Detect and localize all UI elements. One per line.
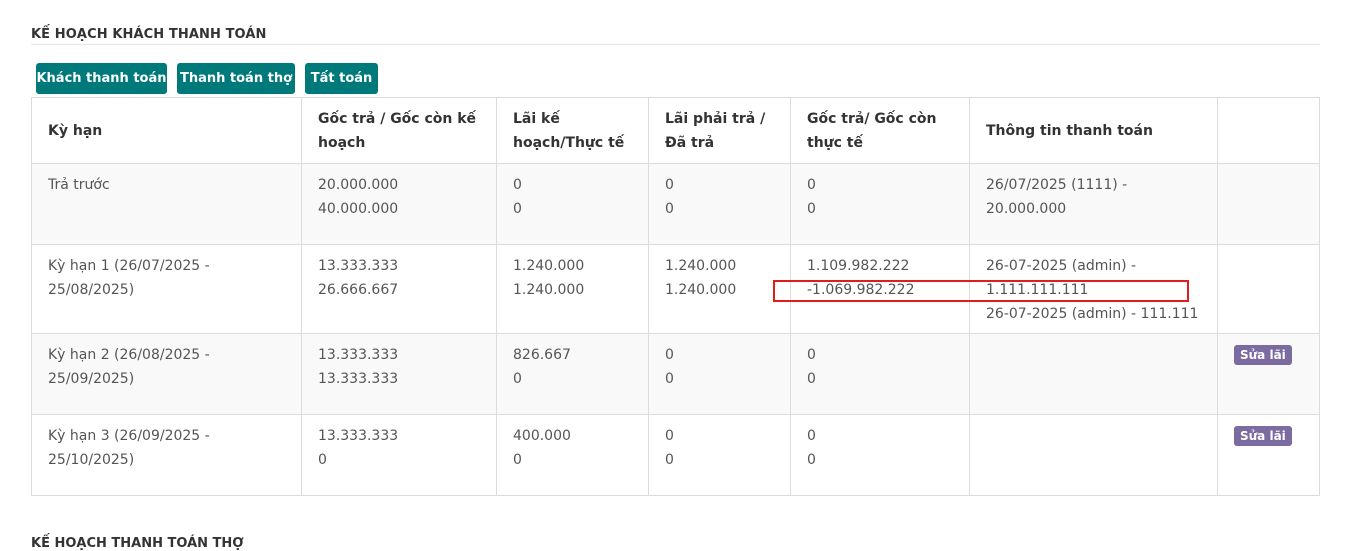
principal-actual-remaining: 0	[807, 201, 816, 217]
period-text: Trả trước	[48, 177, 110, 193]
col-header-principal-plan[interactable]: Gốc trả / Gốc còn kế hoạch	[301, 97, 497, 164]
col-header-interest-due[interactable]: Lãi phải trả / Đã trả	[648, 97, 791, 164]
interest-paid: 1.240.000	[665, 282, 737, 298]
section-divider	[31, 44, 1320, 45]
interest-due: 0	[665, 177, 674, 193]
next-section-title: KẾ HOẠCH THANH TOÁN THỢ	[31, 536, 244, 551]
interest-plan-cell: 400.000 0	[496, 414, 649, 496]
principal-actual-paid: 0	[807, 177, 816, 193]
col-header-principal-actual[interactable]: Gốc trả/ Gốc còn thực tế	[790, 97, 970, 164]
col-header-action	[1217, 97, 1320, 164]
interest-planned: 1.240.000	[513, 258, 585, 274]
col-header-period[interactable]: Kỳ hạn	[31, 97, 302, 164]
payment-info-entry: 26-07-2025 (admin) - 111.111	[986, 306, 1199, 322]
interest-planned: 826.667	[513, 347, 571, 363]
interest-plan-cell: 0 0	[496, 163, 649, 245]
table-row: Kỳ hạn 2 (26/08/2025 - 25/09/2025) 13.33…	[31, 333, 1320, 415]
action-cell: Sửa lãi	[1217, 333, 1320, 415]
interest-due: 0	[665, 428, 674, 444]
principal-plan-cell: 13.333.333 26.666.667	[301, 244, 497, 334]
interest-due-cell: 0 0	[648, 414, 791, 496]
principal-plan-paid: 13.333.333	[318, 347, 399, 363]
interest-due-cell: 0 0	[648, 333, 791, 415]
interest-planned: 0	[513, 177, 522, 193]
table-header-row: Kỳ hạn Gốc trả / Gốc còn kế hoạch Lãi kế…	[31, 97, 1320, 164]
interest-actual: 0	[513, 371, 522, 387]
principal-plan-paid: 13.333.333	[318, 258, 399, 274]
interest-paid: 0	[665, 452, 674, 468]
payment-info-cell	[969, 333, 1218, 415]
action-cell	[1217, 163, 1320, 245]
period-text: Kỳ hạn 2 (26/08/2025 - 25/09/2025)	[48, 347, 210, 387]
payment-info-cell: 26/07/2025 (1111) - 20.000.000	[969, 163, 1218, 245]
principal-actual-cell: 0 0	[790, 163, 970, 245]
principal-plan-cell: 20.000.000 40.000.000	[301, 163, 497, 245]
principal-plan-remaining: 40.000.000	[318, 201, 399, 217]
action-cell: Sửa lãi	[1217, 414, 1320, 496]
interest-due: 0	[665, 347, 674, 363]
principal-plan-cell: 13.333.333 0	[301, 414, 497, 496]
interest-actual: 0	[513, 201, 522, 217]
settle-button[interactable]: Tất toán	[305, 63, 378, 94]
table-row: Kỳ hạn 3 (26/09/2025 - 25/10/2025) 13.33…	[31, 414, 1320, 496]
interest-paid: 0	[665, 201, 674, 217]
principal-actual-paid: 0	[807, 428, 816, 444]
section-title: KẾ HOẠCH KHÁCH THANH TOÁN	[31, 27, 267, 42]
table-row: Trả trước 20.000.000 40.000.000 0 0 0 0 …	[31, 163, 1320, 245]
interest-planned: 400.000	[513, 428, 571, 444]
principal-actual-cell: 0 0	[790, 333, 970, 415]
principal-plan-cell: 13.333.333 13.333.333	[301, 333, 497, 415]
period-text: Kỳ hạn 1 (26/07/2025 - 25/08/2025)	[48, 258, 210, 298]
edit-interest-button[interactable]: Sửa lãi	[1234, 426, 1292, 446]
action-cell	[1217, 244, 1320, 334]
payment-info-entry: 26/07/2025 (1111) - 20.000.000	[986, 177, 1128, 217]
interest-due: 1.240.000	[665, 258, 737, 274]
interest-plan-cell: 1.240.000 1.240.000	[496, 244, 649, 334]
edit-interest-button[interactable]: Sửa lãi	[1234, 345, 1292, 365]
period-cell: Trả trước	[31, 163, 302, 245]
payment-info-cell	[969, 414, 1218, 496]
payment-info-cell: 26-07-2025 (admin) - 1.111.111.111 26-07…	[969, 244, 1218, 334]
principal-actual-paid: 1.109.982.222	[807, 258, 910, 274]
interest-paid: 0	[665, 371, 674, 387]
payment-plan-table: Kỳ hạn Gốc trả / Gốc còn kế hoạch Lãi kế…	[31, 97, 1320, 496]
period-text: Kỳ hạn 3 (26/09/2025 - 25/10/2025)	[48, 428, 210, 468]
interest-due-cell: 0 0	[648, 163, 791, 245]
period-cell: Kỳ hạn 2 (26/08/2025 - 25/09/2025)	[31, 333, 302, 415]
interest-due-cell: 1.240.000 1.240.000	[648, 244, 791, 334]
principal-plan-remaining: 26.666.667	[318, 282, 399, 298]
col-header-payment-info[interactable]: Thông tin thanh toán	[969, 97, 1218, 164]
principal-plan-remaining: 0	[318, 452, 327, 468]
principal-actual-remaining: 0	[807, 371, 816, 387]
principal-plan-paid: 20.000.000	[318, 177, 399, 193]
principal-actual-remaining: 0	[807, 452, 816, 468]
worker-payment-button[interactable]: Thanh toán thợ	[177, 63, 295, 94]
principal-actual-remaining: -1.069.982.222	[807, 282, 915, 298]
principal-plan-paid: 13.333.333	[318, 428, 399, 444]
customer-payment-button[interactable]: Khách thanh toán	[36, 63, 167, 94]
principal-plan-remaining: 13.333.333	[318, 371, 399, 387]
interest-actual: 1.240.000	[513, 282, 585, 298]
col-header-interest-plan[interactable]: Lãi kế hoạch/Thực tế	[496, 97, 649, 164]
principal-actual-cell: 0 0	[790, 414, 970, 496]
payment-info-entry: 26-07-2025 (admin) - 1.111.111.111	[986, 258, 1137, 298]
interest-actual: 0	[513, 452, 522, 468]
period-cell: Kỳ hạn 3 (26/09/2025 - 25/10/2025)	[31, 414, 302, 496]
period-cell: Kỳ hạn 1 (26/07/2025 - 25/08/2025)	[31, 244, 302, 334]
principal-actual-cell: 1.109.982.222 -1.069.982.222	[790, 244, 970, 334]
principal-actual-paid: 0	[807, 347, 816, 363]
interest-plan-cell: 826.667 0	[496, 333, 649, 415]
table-row: Kỳ hạn 1 (26/07/2025 - 25/08/2025) 13.33…	[31, 244, 1320, 334]
